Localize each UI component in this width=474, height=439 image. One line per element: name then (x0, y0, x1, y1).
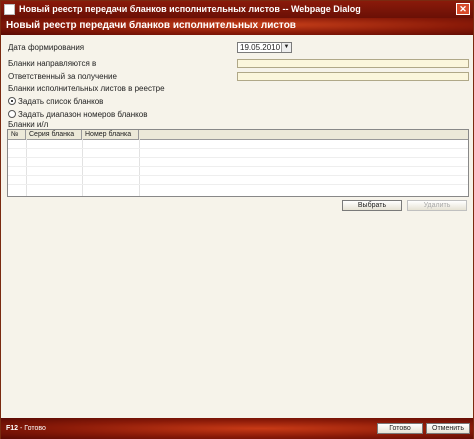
hotkey-hint: F12 - Готово (6, 425, 46, 432)
sent-to-label: Бланки направляются в (8, 59, 97, 68)
app-icon (4, 4, 15, 15)
footer-bar: F12 - Готово Готово Отменить (1, 418, 473, 439)
grid-line (8, 148, 468, 149)
grid-line (8, 157, 468, 158)
page-header: Новый реестр передачи бланков исполнител… (1, 18, 473, 35)
title-bar: Новый реестр передачи бланков исполнител… (1, 1, 473, 18)
page-title: Новый реестр передачи бланков исполнител… (6, 20, 296, 31)
cancel-button[interactable]: Отменить (426, 423, 470, 434)
date-value: 19.05.2010 (240, 43, 281, 52)
hotkey-key: F12 (6, 425, 19, 432)
blanks-table[interactable]: № Серия бланка Номер бланка (7, 129, 469, 197)
column-number[interactable]: № (8, 130, 26, 139)
date-select[interactable]: 19.05.2010 ▼ (237, 42, 292, 53)
window-title: Новый реестр передачи бланков исполнител… (19, 4, 361, 14)
grid-line (8, 184, 468, 185)
radio-list-label[interactable]: Задать список бланков (18, 97, 103, 106)
column-extra (139, 130, 468, 139)
radio-range-blanks[interactable] (8, 110, 16, 118)
responsible-label: Ответственный за получение (8, 72, 117, 81)
registry-label: Бланки исполнительных листов в реестре (8, 84, 165, 93)
blanks-label: Бланки и/л (8, 120, 49, 129)
chevron-down-icon[interactable]: ▼ (281, 43, 291, 52)
done-button[interactable]: Готово (377, 423, 423, 434)
delete-button[interactable]: Удалить (407, 200, 467, 211)
dialog-window: Новый реестр передачи бланков исполнител… (0, 0, 474, 439)
sent-to-field[interactable] (237, 59, 469, 68)
grid-line (8, 175, 468, 176)
select-button[interactable]: Выбрать (342, 200, 402, 211)
responsible-field[interactable] (237, 72, 469, 81)
radio-range-label[interactable]: Задать диапазон номеров бланков (18, 110, 147, 119)
grid-line (8, 166, 468, 167)
date-label: Дата формирования (8, 43, 85, 52)
hotkey-text: - Готово (18, 425, 46, 432)
radio-list-blanks[interactable] (8, 97, 16, 105)
column-blank-number[interactable]: Номер бланка (82, 130, 139, 139)
column-series[interactable]: Серия бланка (26, 130, 82, 139)
close-icon[interactable]: ✕ (456, 3, 470, 15)
table-header: № Серия бланка Номер бланка (8, 130, 468, 140)
